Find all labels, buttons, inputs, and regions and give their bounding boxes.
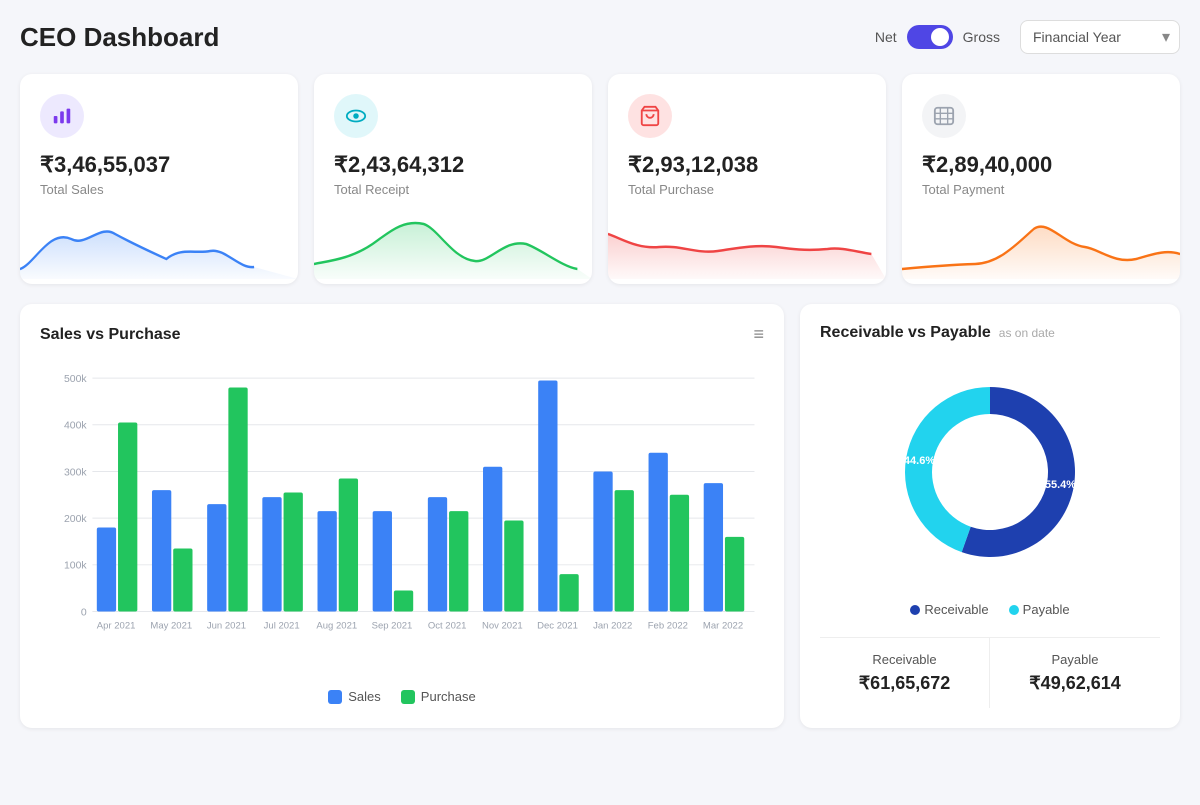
kpi-card-total-receipt: ₹2,43,64,312 Total Receipt (314, 74, 592, 284)
svg-text:May 2021: May 2021 (150, 621, 192, 632)
purchase-legend-color (401, 690, 415, 704)
svg-text:400k: 400k (64, 421, 87, 432)
kpi-value-total-purchase: ₹2,93,12,038 (628, 152, 866, 178)
donut-svg-wrapper: 55.4% 44.6% (880, 362, 1100, 582)
svg-text:Dec 2021: Dec 2021 (537, 621, 578, 632)
kpi-value-total-payment: ₹2,89,40,000 (922, 152, 1160, 178)
bottom-grid: Sales vs Purchase ≡ 0 100k 200k 300k 400k 500… (20, 304, 1180, 728)
donut-title: Receivable vs Payable (820, 324, 991, 342)
net-gross-toggle[interactable] (907, 25, 953, 49)
sales-legend-item: Sales (328, 689, 381, 704)
payable-stat: Payable ₹49,62,614 (990, 638, 1160, 708)
sales-legend-label: Sales (348, 689, 381, 704)
svg-text:Jul 2021: Jul 2021 (264, 621, 300, 632)
kpi-card-total-purchase: ₹2,93,12,038 Total Purchase (608, 74, 886, 284)
bar-chart-container: 0100k200k300k400k500k600kApr 2021May 202… (40, 361, 764, 681)
svg-text:Jun 2021: Jun 2021 (207, 621, 246, 632)
svg-text:500k: 500k (64, 374, 87, 385)
receivable-stat: Receivable ₹61,65,672 (820, 638, 990, 708)
toggle-net-label: Net (875, 29, 897, 45)
donut-header: Receivable vs Payable as on date (820, 324, 1160, 342)
payable-dot (1009, 605, 1019, 615)
svg-text:Sep 2021: Sep 2021 (372, 621, 413, 632)
kpi-icon-total-sales (40, 94, 84, 138)
svg-text:Apr 2021: Apr 2021 (97, 621, 136, 632)
svg-text:Aug 2021: Aug 2021 (316, 621, 357, 632)
payable-stat-value: ₹49,62,614 (1000, 673, 1150, 694)
sales-legend-color (328, 690, 342, 704)
svg-text:Feb 2022: Feb 2022 (648, 621, 688, 632)
kpi-sparkline-total-sales (20, 209, 298, 279)
receivable-legend: Receivable (910, 602, 988, 617)
svg-text:200k: 200k (64, 514, 87, 525)
payable-legend: Payable (1009, 602, 1070, 617)
kpi-value-total-sales: ₹3,46,55,037 (40, 152, 278, 178)
sales-vs-purchase-card: Sales vs Purchase ≡ 0 100k 200k 300k 400k 500… (20, 304, 784, 728)
kpi-label-total-sales: Total Sales (40, 182, 278, 197)
receivable-vs-payable-card: Receivable vs Payable as on date 55.4% 44… (800, 304, 1180, 728)
svg-text:Mar 2022: Mar 2022 (703, 621, 743, 632)
kpi-sparkline-total-receipt (314, 209, 592, 279)
purchase-legend-label: Purchase (421, 689, 476, 704)
kpi-grid: ₹3,46,55,037 Total Sales ₹2,43,64,312 To… (20, 74, 1180, 284)
kpi-card-total-payment: ₹2,89,40,000 Total Payment (902, 74, 1180, 284)
kpi-value-total-receipt: ₹2,43,64,312 (334, 152, 572, 178)
bar-chart-header: Sales vs Purchase ≡ (40, 324, 764, 345)
bar-chart-legend: Sales Purchase (40, 689, 764, 704)
purchase-legend-item: Purchase (401, 689, 476, 704)
page-header: CEO Dashboard Net Gross Financial Year 2… (20, 20, 1180, 54)
kpi-card-total-sales: ₹3,46,55,037 Total Sales (20, 74, 298, 284)
svg-text:Nov 2021: Nov 2021 (482, 621, 523, 632)
donut-legend: Receivable Payable (910, 602, 1069, 617)
svg-text:55.4%: 55.4% (1045, 479, 1076, 491)
financial-year-dropdown-wrapper: Financial Year 2021-22 2020-21 2019-20 (1020, 20, 1180, 54)
payable-legend-label: Payable (1023, 602, 1070, 617)
toggle-gross-label: Gross (963, 29, 1000, 45)
bar-chart-menu-icon[interactable]: ≡ (753, 324, 764, 345)
svg-text:44.6%: 44.6% (904, 455, 935, 467)
kpi-icon-total-purchase (628, 94, 672, 138)
svg-text:0: 0 (81, 607, 87, 618)
kpi-icon-total-payment (922, 94, 966, 138)
svg-text:Oct 2021: Oct 2021 (428, 621, 467, 632)
payable-stat-label: Payable (1000, 652, 1150, 667)
kpi-sparkline-total-payment (902, 209, 1180, 279)
receivable-legend-label: Receivable (924, 602, 988, 617)
financial-year-dropdown[interactable]: Financial Year 2021-22 2020-21 2019-20 (1020, 20, 1180, 54)
kpi-label-total-receipt: Total Receipt (334, 182, 572, 197)
kpi-label-total-payment: Total Payment (922, 182, 1160, 197)
kpi-label-total-purchase: Total Purchase (628, 182, 866, 197)
svg-text:Jan 2022: Jan 2022 (593, 621, 632, 632)
receivable-stat-value: ₹61,65,672 (830, 673, 979, 694)
kpi-icon-total-receipt (334, 94, 378, 138)
bar-chart-title: Sales vs Purchase (40, 326, 181, 344)
donut-subtitle: as on date (999, 326, 1055, 340)
donut-stats: Receivable ₹61,65,672 Payable ₹49,62,614 (820, 637, 1160, 708)
receivable-dot (910, 605, 920, 615)
svg-text:300k: 300k (64, 467, 87, 478)
svg-text:100k: 100k (64, 561, 87, 572)
net-gross-toggle-section: Net Gross (875, 25, 1000, 49)
kpi-sparkline-total-purchase (608, 209, 886, 279)
receivable-stat-label: Receivable (830, 652, 979, 667)
page-title: CEO Dashboard (20, 22, 875, 53)
